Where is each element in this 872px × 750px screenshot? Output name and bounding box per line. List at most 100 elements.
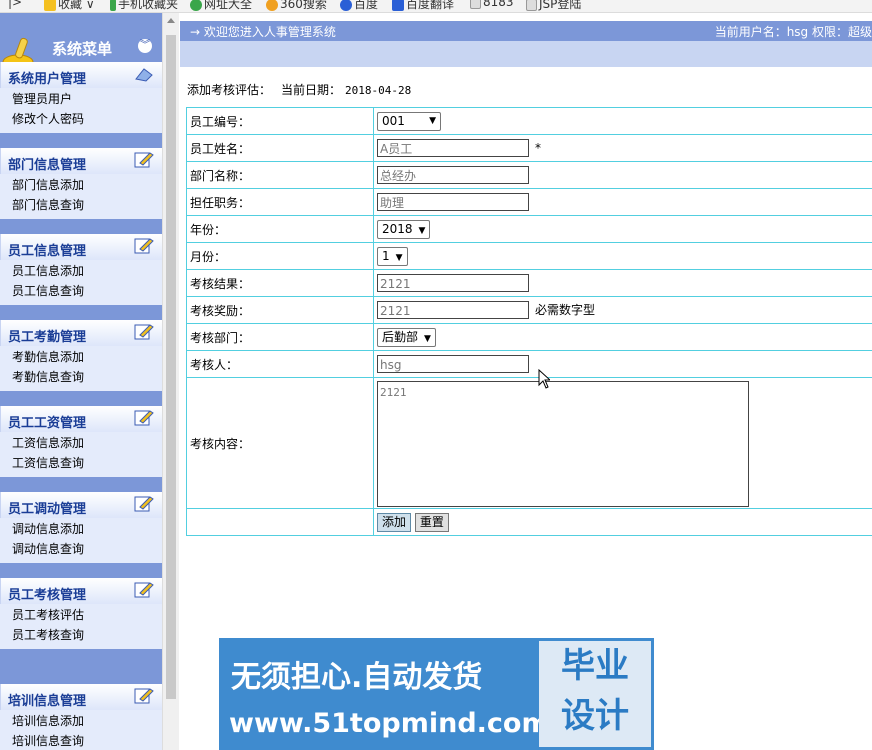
position-input[interactable]: 助理 <box>377 193 529 211</box>
ad-banner[interactable]: 无须担心.自动发货 www.51topmind.com 毕业 设计 <box>219 638 654 750</box>
bookmark-mobile[interactable]: 手机收藏夹 <box>110 0 178 12</box>
emp-no-select[interactable]: 001 ▼ <box>377 111 441 131</box>
ad-badge-line1: 毕业 <box>561 646 629 686</box>
year-value: 2018 <box>382 221 413 236</box>
scrollbar-thumb[interactable] <box>166 35 176 699</box>
submit-button[interactable]: 添加 <box>377 512 412 532</box>
emp-name-input[interactable]: A员工 <box>377 139 529 157</box>
form-row: 部门名称： 总经办 <box>186 161 872 189</box>
menu-item-assessment-query[interactable]: 员工考核查询 <box>0 625 162 645</box>
edit-icon <box>134 688 154 704</box>
assessment-form: 员工编号： 001 ▼ 员工姓名： A员工 * 部门名称： 总经办 担任职务： 助理… <box>186 107 872 536</box>
top-bar: → 欢迎您进入人事管理系统 当前用户名：hsg 权限：超级 <box>180 21 872 41</box>
ad-url: www.51topmind.com <box>229 708 550 739</box>
edit-icon <box>134 324 154 340</box>
result-input[interactable]: 2121 <box>377 274 529 292</box>
menu-item-dept-add[interactable]: 部门信息添加 <box>0 175 162 195</box>
field-label: 考核结果： <box>186 269 374 297</box>
form-row: 考核人： hsg <box>186 350 872 378</box>
form-row: 添加 重置 <box>186 508 872 536</box>
collapse-icon[interactable]: ︾ <box>138 39 152 53</box>
edit-icon <box>134 582 154 598</box>
menu-item-transfer-add[interactable]: 调动信息添加 <box>0 519 162 539</box>
bookmark-favorites[interactable]: 收藏 ∨ <box>44 0 95 12</box>
check-dept-select[interactable]: 后勤部 ▼ <box>377 327 436 347</box>
menu-group-title: 员工考勤管理 <box>8 330 87 345</box>
menu-group-header[interactable]: 员工考核管理 <box>0 578 162 604</box>
menu-item-transfer-query[interactable]: 调动信息查询 <box>0 539 162 559</box>
form-row: 考核内容： 2121 <box>186 377 872 509</box>
bookmark-jsp-login[interactable]: JSP登陆 <box>526 0 581 12</box>
form-row: 考核部门： 后勤部 ▼ <box>186 323 872 351</box>
field-label: 担任职务： <box>186 188 374 216</box>
field-label: 考核内容： <box>186 377 374 509</box>
menu-group-title: 员工信息管理 <box>8 244 87 259</box>
menu-group-header[interactable]: 系统用户管理 <box>0 62 162 88</box>
menu-group-header[interactable]: 员工信息管理 <box>0 234 162 260</box>
form-row: 员工姓名： A员工 * <box>186 134 872 162</box>
user-info: 当前用户名：hsg 权限：超级 <box>714 25 872 39</box>
checker-input[interactable]: hsg <box>377 355 529 373</box>
emp-no-value: 001 <box>382 113 405 128</box>
menu-group-salary: 员工工资管理 工资信息添加 工资信息查询 <box>0 406 162 477</box>
ad-badge: 毕业 设计 <box>539 641 651 747</box>
menu-item-dept-query[interactable]: 部门信息查询 <box>0 195 162 215</box>
menu-item-admin-users[interactable]: 管理员用户 <box>0 89 162 109</box>
menu-item-training-add[interactable]: 培训信息添加 <box>0 711 162 731</box>
dept-input[interactable]: 总经办 <box>377 166 529 184</box>
edit-icon <box>134 238 154 254</box>
menu-group-title: 员工工资管理 <box>8 416 87 431</box>
menu-item-attendance-query[interactable]: 考勤信息查询 <box>0 367 162 387</box>
menu-group-header[interactable]: 部门信息管理 <box>0 148 162 174</box>
menu-group-title: 员工考核管理 <box>8 588 87 603</box>
menu-item-training-query[interactable]: 培训信息查询 <box>0 731 162 750</box>
menu-group-attendance: 员工考勤管理 考勤信息添加 考勤信息查询 <box>0 320 162 391</box>
bookmark-bar: |> 收藏 ∨ 手机收藏夹 网址大全 360搜索 百度 百度翻译 8183 JS… <box>0 0 872 13</box>
year-select[interactable]: 2018 ▼ <box>377 219 431 239</box>
menu-item-assessment-add[interactable]: 员工考核评估 <box>0 605 162 625</box>
bookmark-sites[interactable]: 网址大全 <box>190 0 252 12</box>
expand-icon[interactable]: |> <box>8 0 22 9</box>
reset-button[interactable]: 重置 <box>414 512 449 532</box>
bookmark-fanyi[interactable]: 百度翻译 <box>392 0 454 12</box>
field-label: 年份： <box>186 215 374 243</box>
menu-item-emp-query[interactable]: 员工信息查询 <box>0 281 162 301</box>
menu-group-header[interactable]: 培训信息管理 <box>0 684 162 710</box>
menu-item-salary-add[interactable]: 工资信息添加 <box>0 433 162 453</box>
month-value: 1 <box>382 248 390 263</box>
menu-group-title: 培训信息管理 <box>8 694 87 709</box>
menu-group-title: 系统用户管理 <box>8 72 87 87</box>
field-label: 月份： <box>186 242 374 270</box>
sidebar-scrollbar[interactable] <box>162 13 179 750</box>
menu-group-training: 培训信息管理 培训信息添加 培训信息查询 <box>0 684 162 750</box>
reward-input[interactable]: 2121 <box>377 301 529 320</box>
menu-group-title: 部门信息管理 <box>8 158 87 173</box>
check-dept-value: 后勤部 <box>382 329 419 344</box>
menu-item-salary-query[interactable]: 工资信息查询 <box>0 453 162 473</box>
month-select[interactable]: 1 ▼ <box>377 246 408 266</box>
menu-group-header[interactable]: 员工考勤管理 <box>0 320 162 346</box>
content-textarea[interactable]: 2121 <box>377 381 749 507</box>
current-date: 2018-04-28 <box>345 84 412 97</box>
page-header: 添加考核评估： 当前日期： 2018-04-28 <box>187 81 421 98</box>
users-icon <box>135 68 153 82</box>
menu-item-attendance-add[interactable]: 考勤信息添加 <box>0 347 162 367</box>
dropdown-arrow-icon: ▼ <box>395 252 403 263</box>
empty-cell <box>186 508 374 536</box>
welcome-text: → 欢迎您进入人事管理系统 <box>190 25 336 39</box>
menu-group-header[interactable]: 员工调动管理 <box>0 492 162 518</box>
dropdown-arrow-icon: ▼ <box>429 115 436 126</box>
field-label: 员工姓名： <box>186 134 374 162</box>
page-title: 添加考核评估： <box>187 83 272 97</box>
sidebar-title: 系统菜单 <box>52 40 113 58</box>
menu-group-header[interactable]: 员工工资管理 <box>0 406 162 432</box>
edit-icon <box>134 410 154 426</box>
field-label: 考核部门： <box>186 323 374 351</box>
bookmark-8183[interactable]: 8183 <box>470 0 514 9</box>
scroll-up-icon[interactable] <box>167 18 175 23</box>
form-row: 考核结果： 2121 <box>186 269 872 297</box>
menu-item-emp-add[interactable]: 员工信息添加 <box>0 261 162 281</box>
bookmark-baidu[interactable]: 百度 <box>340 0 378 12</box>
bookmark-360[interactable]: 360搜索 <box>266 0 327 12</box>
menu-item-change-password[interactable]: 修改个人密码 <box>0 109 162 129</box>
